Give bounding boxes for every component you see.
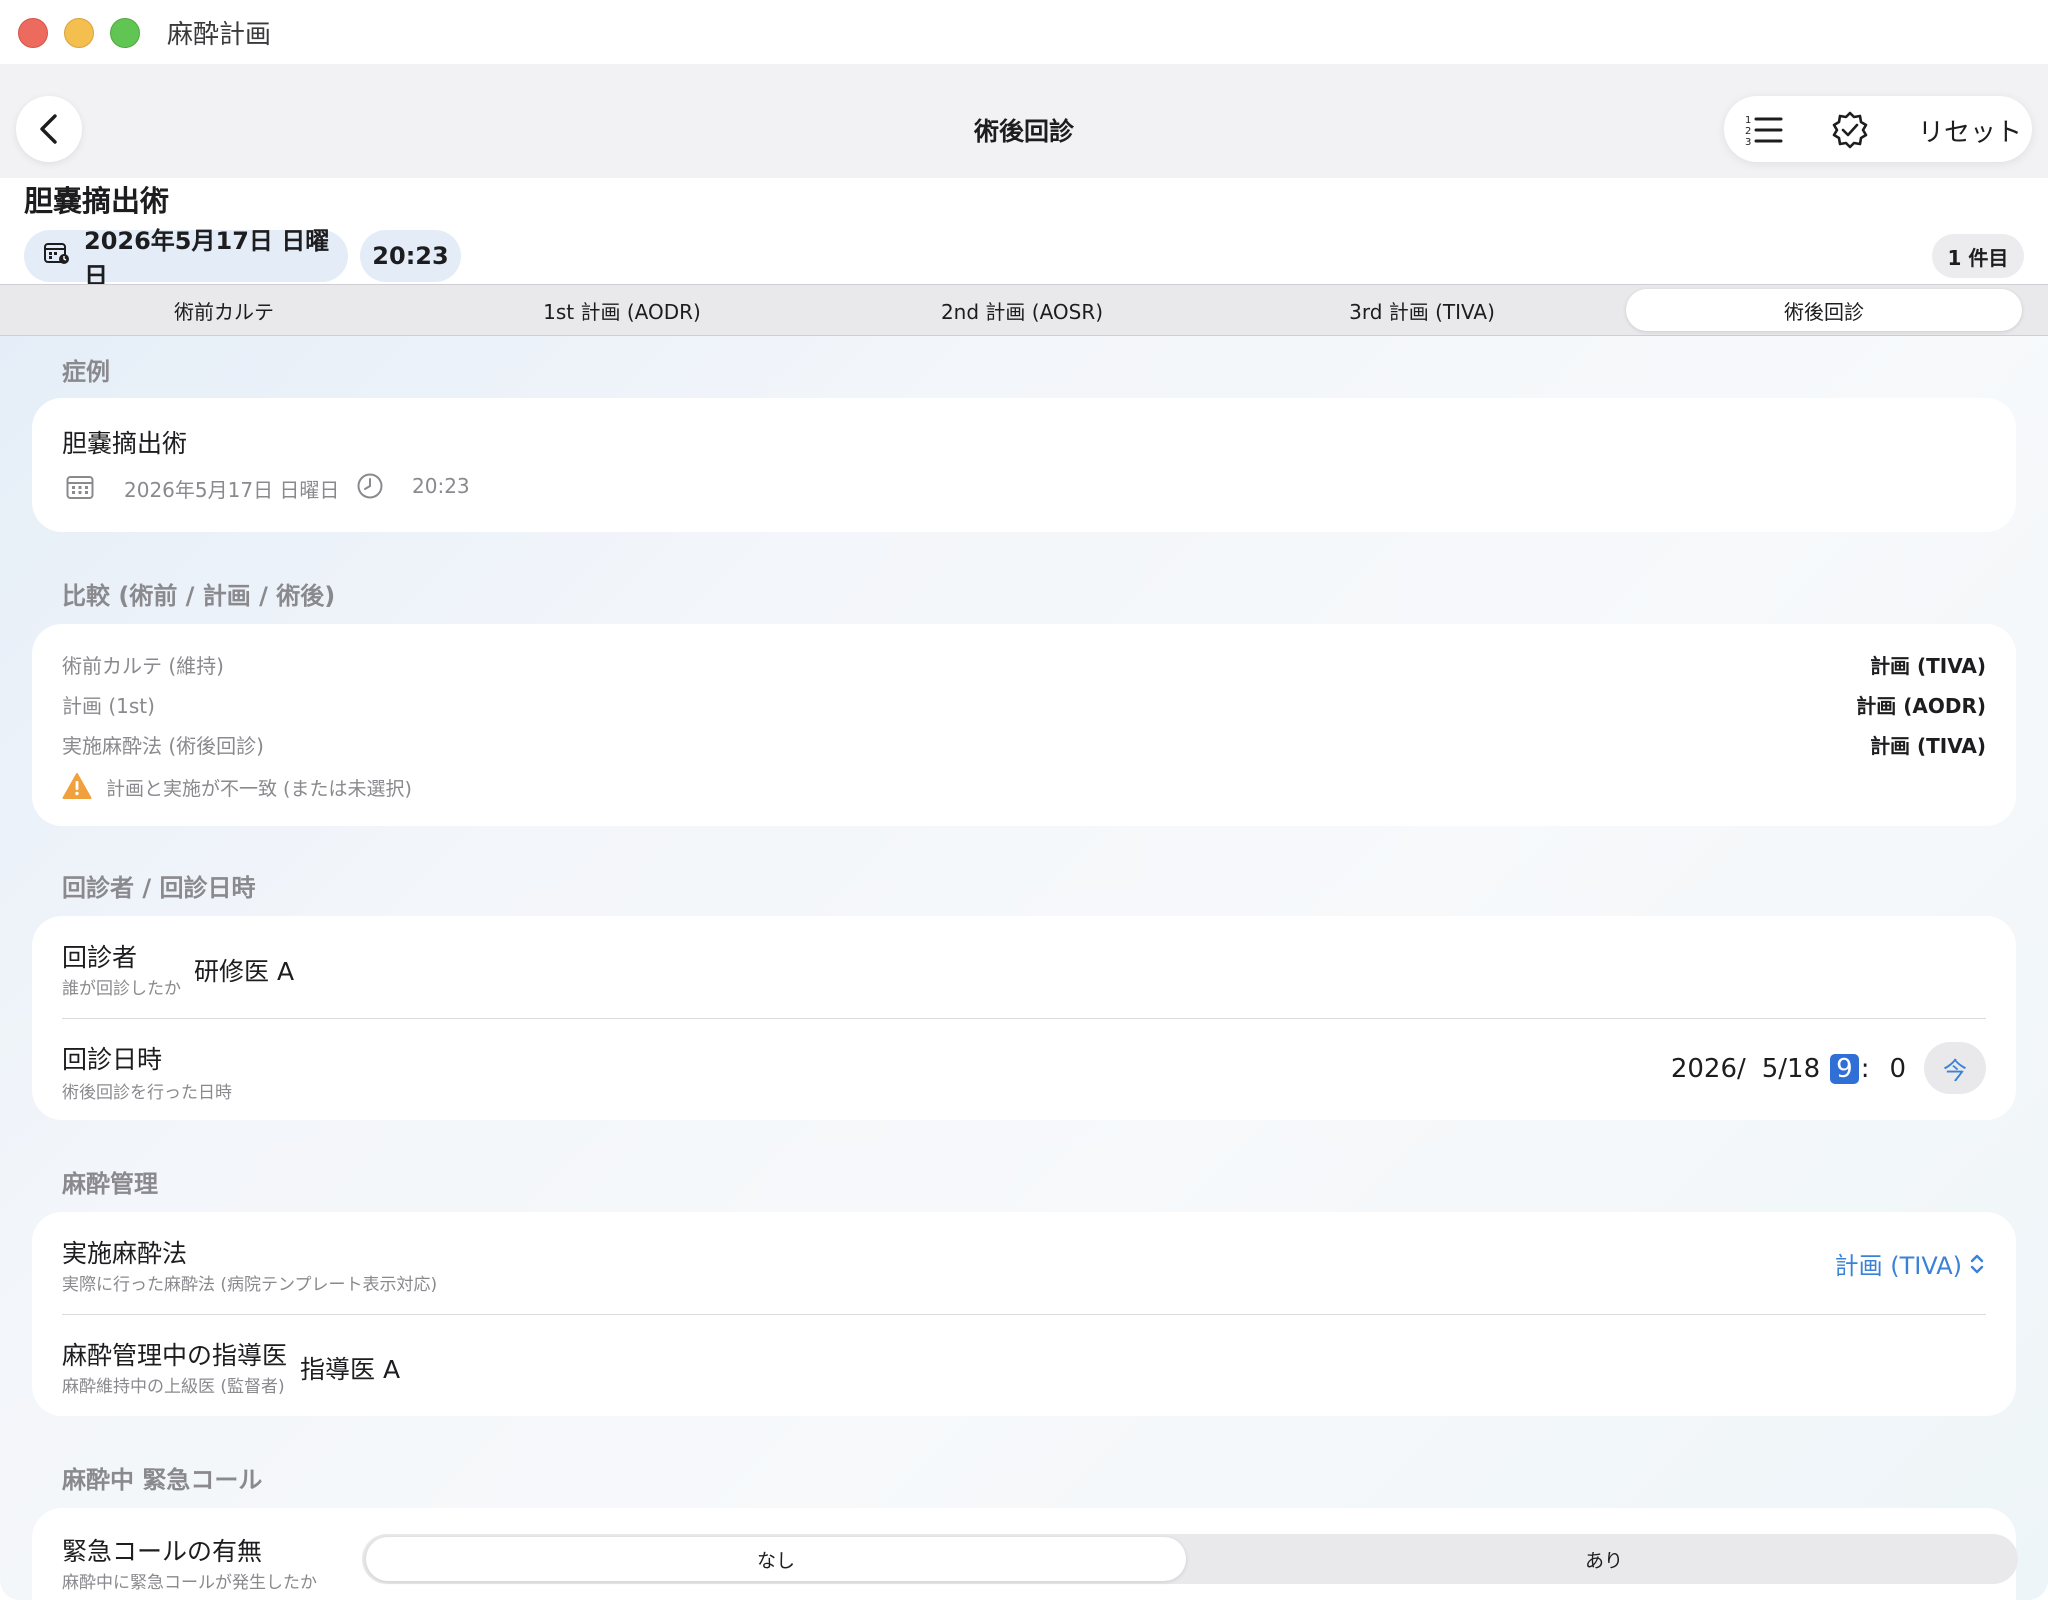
emergency-option-yes[interactable]: あり (1194, 1537, 2014, 1581)
anesthesia-card: 実施麻酔法 実際に行った麻酔法 (病院テンプレート表示対応) 計画 (TIVA)… (32, 1212, 2016, 1416)
datetime-year[interactable]: 2026/ (1671, 1054, 1746, 1084)
clock-icon (356, 472, 384, 504)
compare-row-value: 計画 (TIVA) (1870, 654, 1986, 678)
emergency-title: 緊急コールの有無 (62, 1537, 263, 1566)
emergency-subtitle: 麻酔中に緊急コールが発生したか (62, 1573, 317, 1593)
section-label-compare: 比較 (術前 / 計画 / 術後) (62, 582, 336, 610)
calendar-icon (66, 474, 94, 504)
emergency-option-none[interactable]: なし (366, 1537, 1186, 1581)
form-scroll-area[interactable]: 症例 胆嚢摘出術 2026年5月17日 日曜日 20:23 比較 (術前 / 計… (0, 336, 2048, 1600)
now-button-label: 今 (1943, 1056, 1967, 1085)
verify-button[interactable] (1830, 110, 1870, 150)
compare-row-value: 計画 (AODR) (1856, 694, 1986, 718)
datetime-date[interactable]: 5/18 (1762, 1054, 1820, 1084)
case-time: 20:23 (412, 474, 470, 498)
method-subtitle: 実際に行った麻酔法 (病院テンプレート表示対応) (62, 1275, 438, 1295)
supervisor-field[interactable]: 指導医 A (300, 1350, 400, 1386)
tab-bar: 術前カルテ 1st 計画 (AODR) 2nd 計画 (AOSR) 3rd 計画… (0, 284, 2048, 336)
method-title: 実施麻酔法 (62, 1239, 188, 1268)
warning-icon (62, 772, 92, 804)
visitor-subtitle: 誰が回診したか (62, 979, 181, 999)
compare-card: 術前カルテ (維持) 計画 (TIVA) 計画 (1st) 計画 (AODR) … (32, 624, 2016, 826)
zoom-window-button[interactable] (110, 18, 140, 48)
tab-postop-visit[interactable]: 術後回診 (1626, 289, 2022, 331)
tab-plan-1st[interactable]: 1st 計画 (AODR) (424, 289, 820, 331)
section-label-case: 症例 (62, 358, 110, 386)
datetime-hour[interactable]: 9 (1830, 1054, 1859, 1084)
chevron-up-down-icon (1970, 1254, 1984, 1273)
app-title: 麻酔計画 (167, 20, 272, 50)
navigation-bar: 術後回診 1 2 3 リセット (0, 64, 2048, 178)
compare-row-label: 実施麻酔法 (術後回診) (62, 734, 264, 758)
supervisor-subtitle: 麻酔維持中の上級医 (監督者) (62, 1377, 285, 1397)
date-chip-label: 2026年5月17日 日曜日 (84, 227, 330, 290)
mismatch-warning-text: 計画と実施が不一致 (または未選択) (106, 778, 412, 800)
numbered-list-button[interactable]: 1 2 3 (1744, 110, 1784, 150)
numbered-list-icon: 1 2 3 (1745, 115, 1783, 147)
reset-button[interactable]: リセット (1918, 112, 2022, 149)
datetime-picker[interactable]: 2026/ 5/18 9 : 0 (1671, 1052, 1906, 1086)
section-label-visit: 回診者 / 回診日時 (62, 874, 256, 902)
tab-preop-chart[interactable]: 術前カルテ (26, 289, 422, 331)
minimize-window-button[interactable] (64, 18, 94, 48)
record-count-badge: 1 件目 (1932, 234, 2024, 278)
tab-plan-2nd[interactable]: 2nd 計画 (AOSR) (824, 289, 1220, 331)
datetime-minute[interactable]: 0 (1889, 1054, 1906, 1084)
section-label-emergency: 麻酔中 緊急コール (62, 1466, 263, 1494)
row-divider (62, 1018, 1986, 1019)
datetime-separator: : (1860, 1054, 1870, 1084)
calendar-badge-icon (44, 241, 70, 271)
close-window-button[interactable] (18, 18, 48, 48)
now-button[interactable]: 今 (1924, 1042, 1986, 1094)
svg-text:2: 2 (1745, 126, 1751, 137)
checkmark-seal-icon (1832, 111, 1868, 149)
visitor-title: 回診者 (62, 943, 138, 972)
method-picker[interactable]: 計画 (TIVA) (1835, 1246, 1986, 1281)
visit-card: 回診者 誰が回診したか 研修医 A 回診日時 術後回診を行った日時 2026/ … (32, 916, 2016, 1120)
emergency-card: 緊急コールの有無 麻酔中に緊急コールが発生したか なし あり (32, 1508, 2018, 1600)
case-name: 胆嚢摘出術 (62, 429, 188, 458)
method-picker-value: 計画 (TIVA) (1834, 1252, 1962, 1280)
tab-plan-3rd[interactable]: 3rd 計画 (TIVA) (1224, 289, 1620, 331)
supervisor-title: 麻酔管理中の指導医 (62, 1341, 288, 1370)
compare-row-value: 計画 (TIVA) (1870, 734, 1986, 758)
time-chip-label: 20:23 (372, 242, 449, 270)
case-title: 胆嚢摘出術 (24, 184, 170, 218)
nav-actions-group: 1 2 3 リセット (1724, 96, 2032, 162)
title-bar: 麻酔計画 (0, 0, 2048, 64)
row-divider (62, 1314, 1986, 1315)
compare-row-label: 計画 (1st) (62, 694, 155, 718)
case-card: 胆嚢摘出術 2026年5月17日 日曜日 20:23 (32, 398, 2016, 532)
date-chip[interactable]: 2026年5月17日 日曜日 (24, 227, 348, 290)
section-label-anesthesia: 麻酔管理 (62, 1170, 158, 1198)
case-date: 2026年5月17日 日曜日 (124, 478, 340, 502)
time-chip[interactable]: 20:23 (360, 230, 461, 282)
emergency-segmented-control: なし あり (362, 1534, 2018, 1584)
compare-row-label: 術前カルテ (維持) (62, 654, 224, 678)
app-window: 麻酔計画 術後回診 1 2 3 リセット 胆嚢摘出術 2026年5月17日 日曜… (0, 0, 2048, 1600)
visit-datetime-title: 回診日時 (62, 1045, 163, 1074)
visit-datetime-subtitle: 術後回診を行った日時 (62, 1083, 232, 1103)
svg-text:1: 1 (1745, 115, 1751, 126)
svg-text:3: 3 (1745, 137, 1751, 147)
visitor-field[interactable]: 研修医 A (194, 952, 294, 988)
